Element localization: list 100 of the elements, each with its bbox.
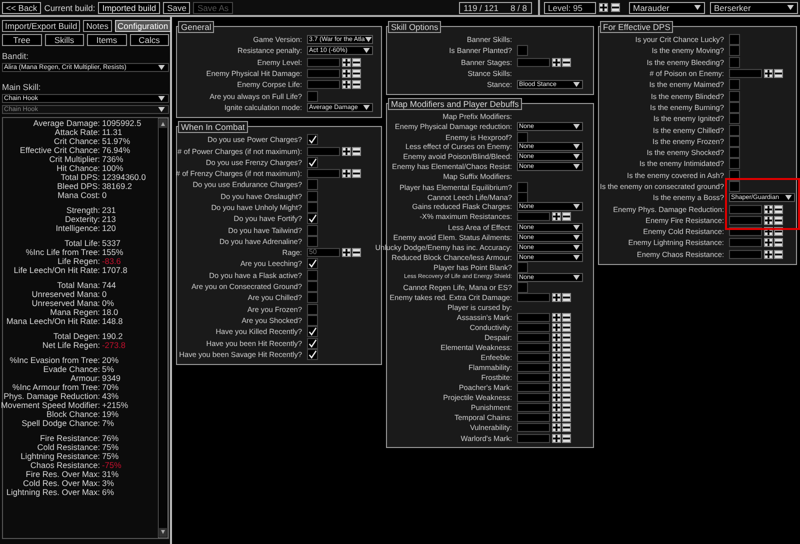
plus-button[interactable] xyxy=(552,333,561,342)
plus-button[interactable] xyxy=(342,146,351,156)
number-field[interactable] xyxy=(517,413,550,422)
number-field[interactable] xyxy=(729,69,762,78)
class-dropdown[interactable]: Marauder xyxy=(629,2,705,14)
minus-button[interactable] xyxy=(774,250,783,259)
plus-button[interactable] xyxy=(342,80,351,90)
number-field[interactable] xyxy=(729,250,762,259)
checkbox[interactable] xyxy=(729,136,740,147)
checkbox[interactable] xyxy=(729,113,740,124)
minus-button[interactable] xyxy=(562,423,571,432)
number-field[interactable] xyxy=(517,403,550,412)
checkbox[interactable] xyxy=(729,34,740,46)
tab[interactable]: Configuration xyxy=(114,20,172,32)
minus-button[interactable] xyxy=(562,292,571,302)
minus-button[interactable] xyxy=(562,403,571,412)
checkbox[interactable] xyxy=(307,90,318,102)
checkbox[interactable] xyxy=(729,45,740,56)
plus-button[interactable] xyxy=(552,403,561,412)
level-field[interactable]: Level: 95 xyxy=(544,2,596,14)
number-field[interactable] xyxy=(517,333,550,342)
plus-button[interactable] xyxy=(552,383,561,392)
checkbox[interactable] xyxy=(729,79,740,90)
number-field[interactable] xyxy=(517,343,550,352)
plus-button[interactable] xyxy=(764,250,773,259)
plus-button[interactable] xyxy=(342,169,351,178)
plus-button[interactable] xyxy=(764,204,773,214)
minus-button[interactable] xyxy=(562,353,571,362)
checkbox[interactable] xyxy=(729,90,740,102)
number-field[interactable] xyxy=(517,58,550,67)
minus-button[interactable] xyxy=(562,343,571,352)
number-field[interactable] xyxy=(517,292,550,302)
build-name-field[interactable]: Imported build xyxy=(98,2,160,14)
minus-button[interactable] xyxy=(774,69,783,78)
plus-button[interactable] xyxy=(552,423,561,432)
checkbox[interactable] xyxy=(307,213,318,224)
minus-button[interactable] xyxy=(562,58,571,67)
checkbox[interactable] xyxy=(307,190,318,202)
tab[interactable]: Items xyxy=(87,34,126,46)
plus-button[interactable] xyxy=(552,322,561,332)
checkbox[interactable] xyxy=(307,134,318,146)
checkbox[interactable] xyxy=(307,156,318,168)
tab[interactable]: Tree xyxy=(2,34,42,46)
checkbox[interactable] xyxy=(307,314,318,326)
checkbox[interactable] xyxy=(307,179,318,190)
minus-button[interactable] xyxy=(562,434,571,442)
checkbox[interactable] xyxy=(517,45,528,56)
minus-button[interactable] xyxy=(562,393,571,402)
plus-button[interactable] xyxy=(342,248,351,258)
number-field[interactable] xyxy=(307,69,340,78)
checkbox[interactable] xyxy=(307,258,318,270)
plus-button[interactable] xyxy=(552,212,561,222)
plus-button[interactable] xyxy=(552,353,561,362)
number-field[interactable] xyxy=(307,146,340,156)
plus-button[interactable] xyxy=(552,343,561,352)
checkbox[interactable] xyxy=(307,338,318,349)
minus-button[interactable] xyxy=(352,69,361,78)
plus-button[interactable] xyxy=(552,363,561,372)
plus-button[interactable] xyxy=(552,393,561,402)
minus-button[interactable] xyxy=(611,3,620,12)
scrollbar[interactable] xyxy=(158,118,168,538)
number-field[interactable] xyxy=(517,353,550,362)
tab[interactable]: Calcs xyxy=(130,34,169,46)
checkbox[interactable] xyxy=(517,282,528,294)
number-field[interactable] xyxy=(517,383,550,392)
number-field[interactable] xyxy=(517,312,550,322)
checkbox[interactable] xyxy=(307,202,318,213)
checkbox[interactable] xyxy=(729,158,740,170)
minus-button[interactable] xyxy=(562,373,571,382)
checkbox[interactable] xyxy=(729,56,740,68)
number-field[interactable] xyxy=(729,216,762,225)
number-field[interactable] xyxy=(307,169,340,178)
number-field[interactable] xyxy=(517,423,550,432)
plus-button[interactable] xyxy=(764,238,773,248)
minus-button[interactable] xyxy=(562,312,571,322)
checkbox[interactable] xyxy=(307,224,318,236)
plus-button[interactable] xyxy=(552,373,561,382)
minus-button[interactable] xyxy=(562,212,571,222)
number-field[interactable] xyxy=(729,238,762,248)
checkbox[interactable] xyxy=(307,348,318,360)
checkbox[interactable] xyxy=(307,270,318,281)
plus-button[interactable] xyxy=(552,413,561,422)
tab[interactable]: Import/Export Build xyxy=(2,20,80,32)
plus-button[interactable] xyxy=(342,58,351,67)
minus-button[interactable] xyxy=(352,80,361,90)
checkbox[interactable] xyxy=(307,304,318,315)
minus-button[interactable] xyxy=(774,216,783,225)
plus-button[interactable] xyxy=(599,3,608,12)
back-button[interactable]: << Back xyxy=(2,2,42,14)
checkbox[interactable] xyxy=(307,292,318,304)
tab[interactable]: Notes xyxy=(83,20,112,32)
minus-button[interactable] xyxy=(562,413,571,422)
plus-button[interactable] xyxy=(764,69,773,78)
number-field[interactable] xyxy=(517,363,550,372)
checkbox[interactable] xyxy=(517,132,528,143)
save-button[interactable]: Save xyxy=(163,2,190,14)
plus-button[interactable] xyxy=(342,69,351,78)
number-field[interactable] xyxy=(307,80,340,90)
checkbox[interactable] xyxy=(517,192,528,203)
plus-button[interactable] xyxy=(552,312,561,322)
